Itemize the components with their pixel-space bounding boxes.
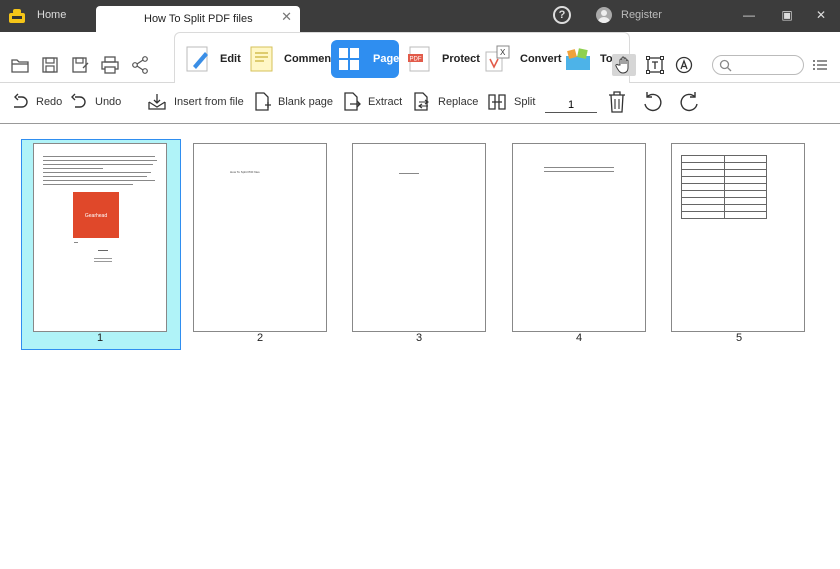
page-1-logo-image: Gearhead [73,192,119,238]
comment-icon [250,46,273,72]
page-number-3: 3 [415,332,423,344]
close-window-button[interactable]: ✕ [812,6,830,24]
page-thumbnail-4[interactable] [512,143,646,332]
page-number-1: 1 [96,332,104,344]
redo-label: Redo [36,96,63,108]
extract-icon [344,92,361,111]
blank-page-icon [255,92,271,111]
mode-convert[interactable]: X Convert [480,40,562,78]
avatar[interactable] [596,7,612,23]
page-5-table [681,155,767,219]
svg-text:X: X [500,48,506,57]
rotate-right-icon[interactable] [677,90,701,114]
title-bar: Home How To Split PDF files ✕ ? Register… [0,0,840,32]
maximize-button[interactable]: ▣ [778,6,796,24]
extract-button[interactable]: Extract [342,88,402,116]
page-layout-icon [339,48,359,70]
help-icon[interactable]: ? [553,6,571,24]
save-as-icon[interactable] [70,55,90,75]
redo-icon [14,93,28,108]
edit-icon [186,46,208,72]
insert-file-icon [148,94,166,110]
page-number-4: 4 [575,332,583,344]
page-number-5: 5 [735,332,743,344]
hand-icon [615,56,629,74]
open-folder-icon[interactable] [10,55,30,75]
blank-page-label: Blank page [278,96,334,108]
replace-label: Replace [438,96,479,108]
mode-page[interactable]: Page [331,40,399,78]
page-2-title-text: How To Split PDF files [230,170,260,174]
mode-page-label: Page [373,53,400,65]
hand-tool-button[interactable] [612,54,636,76]
mode-edit[interactable]: Edit [180,40,242,78]
split-button[interactable]: Split [487,88,535,116]
insert-from-file-label: Insert from file [174,96,244,108]
replace-button[interactable]: Replace [412,88,478,116]
menu-icon[interactable] [812,55,828,75]
toolbox-icon [566,48,590,70]
split-label: Split [514,96,536,108]
page-thumbnail-5[interactable] [671,143,805,332]
minimize-button[interactable]: — [740,6,758,24]
mode-comment-label: Comment [284,53,335,65]
print-icon[interactable] [100,55,120,75]
page-number-2: 2 [256,332,264,344]
blank-page-button[interactable]: Blank page [252,88,333,116]
mode-comment[interactable]: Comment [244,40,335,78]
page-thumbnail-1[interactable]: Gearhead [33,143,167,332]
search-icon [719,59,732,72]
mode-tools[interactable]: To [560,40,613,78]
text-box-icon[interactable] [645,55,665,75]
content-divider [0,123,840,124]
convert-icon: X [485,45,510,72]
register-link[interactable]: Register [621,9,662,21]
mode-protect[interactable]: PDF Protect [402,40,480,78]
insert-from-file-button[interactable]: Insert from file [147,88,244,116]
mode-edit-label: Edit [220,53,241,65]
redo-button[interactable]: Redo [10,88,62,116]
replace-icon [414,92,429,111]
rotate-left-icon[interactable] [641,90,665,114]
undo-label: Undo [95,96,122,108]
close-tab-icon[interactable]: ✕ [281,9,292,25]
home-tab[interactable]: Home [37,9,66,21]
mode-protect-label: Protect [442,53,480,65]
search-input[interactable] [712,55,804,75]
split-icon [488,94,506,110]
delete-icon[interactable] [607,90,627,114]
extract-label: Extract [368,96,403,108]
mode-tools-label: To [600,53,613,65]
undo-icon [71,93,86,108]
page-thumbnail-3[interactable] [352,143,486,332]
mode-convert-label: Convert [520,53,562,65]
page-thumbnail-2[interactable]: How To Split PDF files [193,143,327,332]
split-page-input[interactable] [545,97,597,113]
svg-text:PDF: PDF [410,57,422,63]
document-tab[interactable]: How To Split PDF files ✕ [96,6,300,32]
save-icon[interactable] [40,55,60,75]
app-logo-icon [9,9,25,23]
pdf-protect-icon: PDF [408,46,430,72]
undo-button[interactable]: Undo [69,88,121,116]
ocr-icon[interactable] [674,55,694,75]
page-1-logo-text: Gearhead [84,213,108,219]
share-icon[interactable] [130,55,150,75]
document-tab-title: How To Split PDF files [144,13,253,25]
